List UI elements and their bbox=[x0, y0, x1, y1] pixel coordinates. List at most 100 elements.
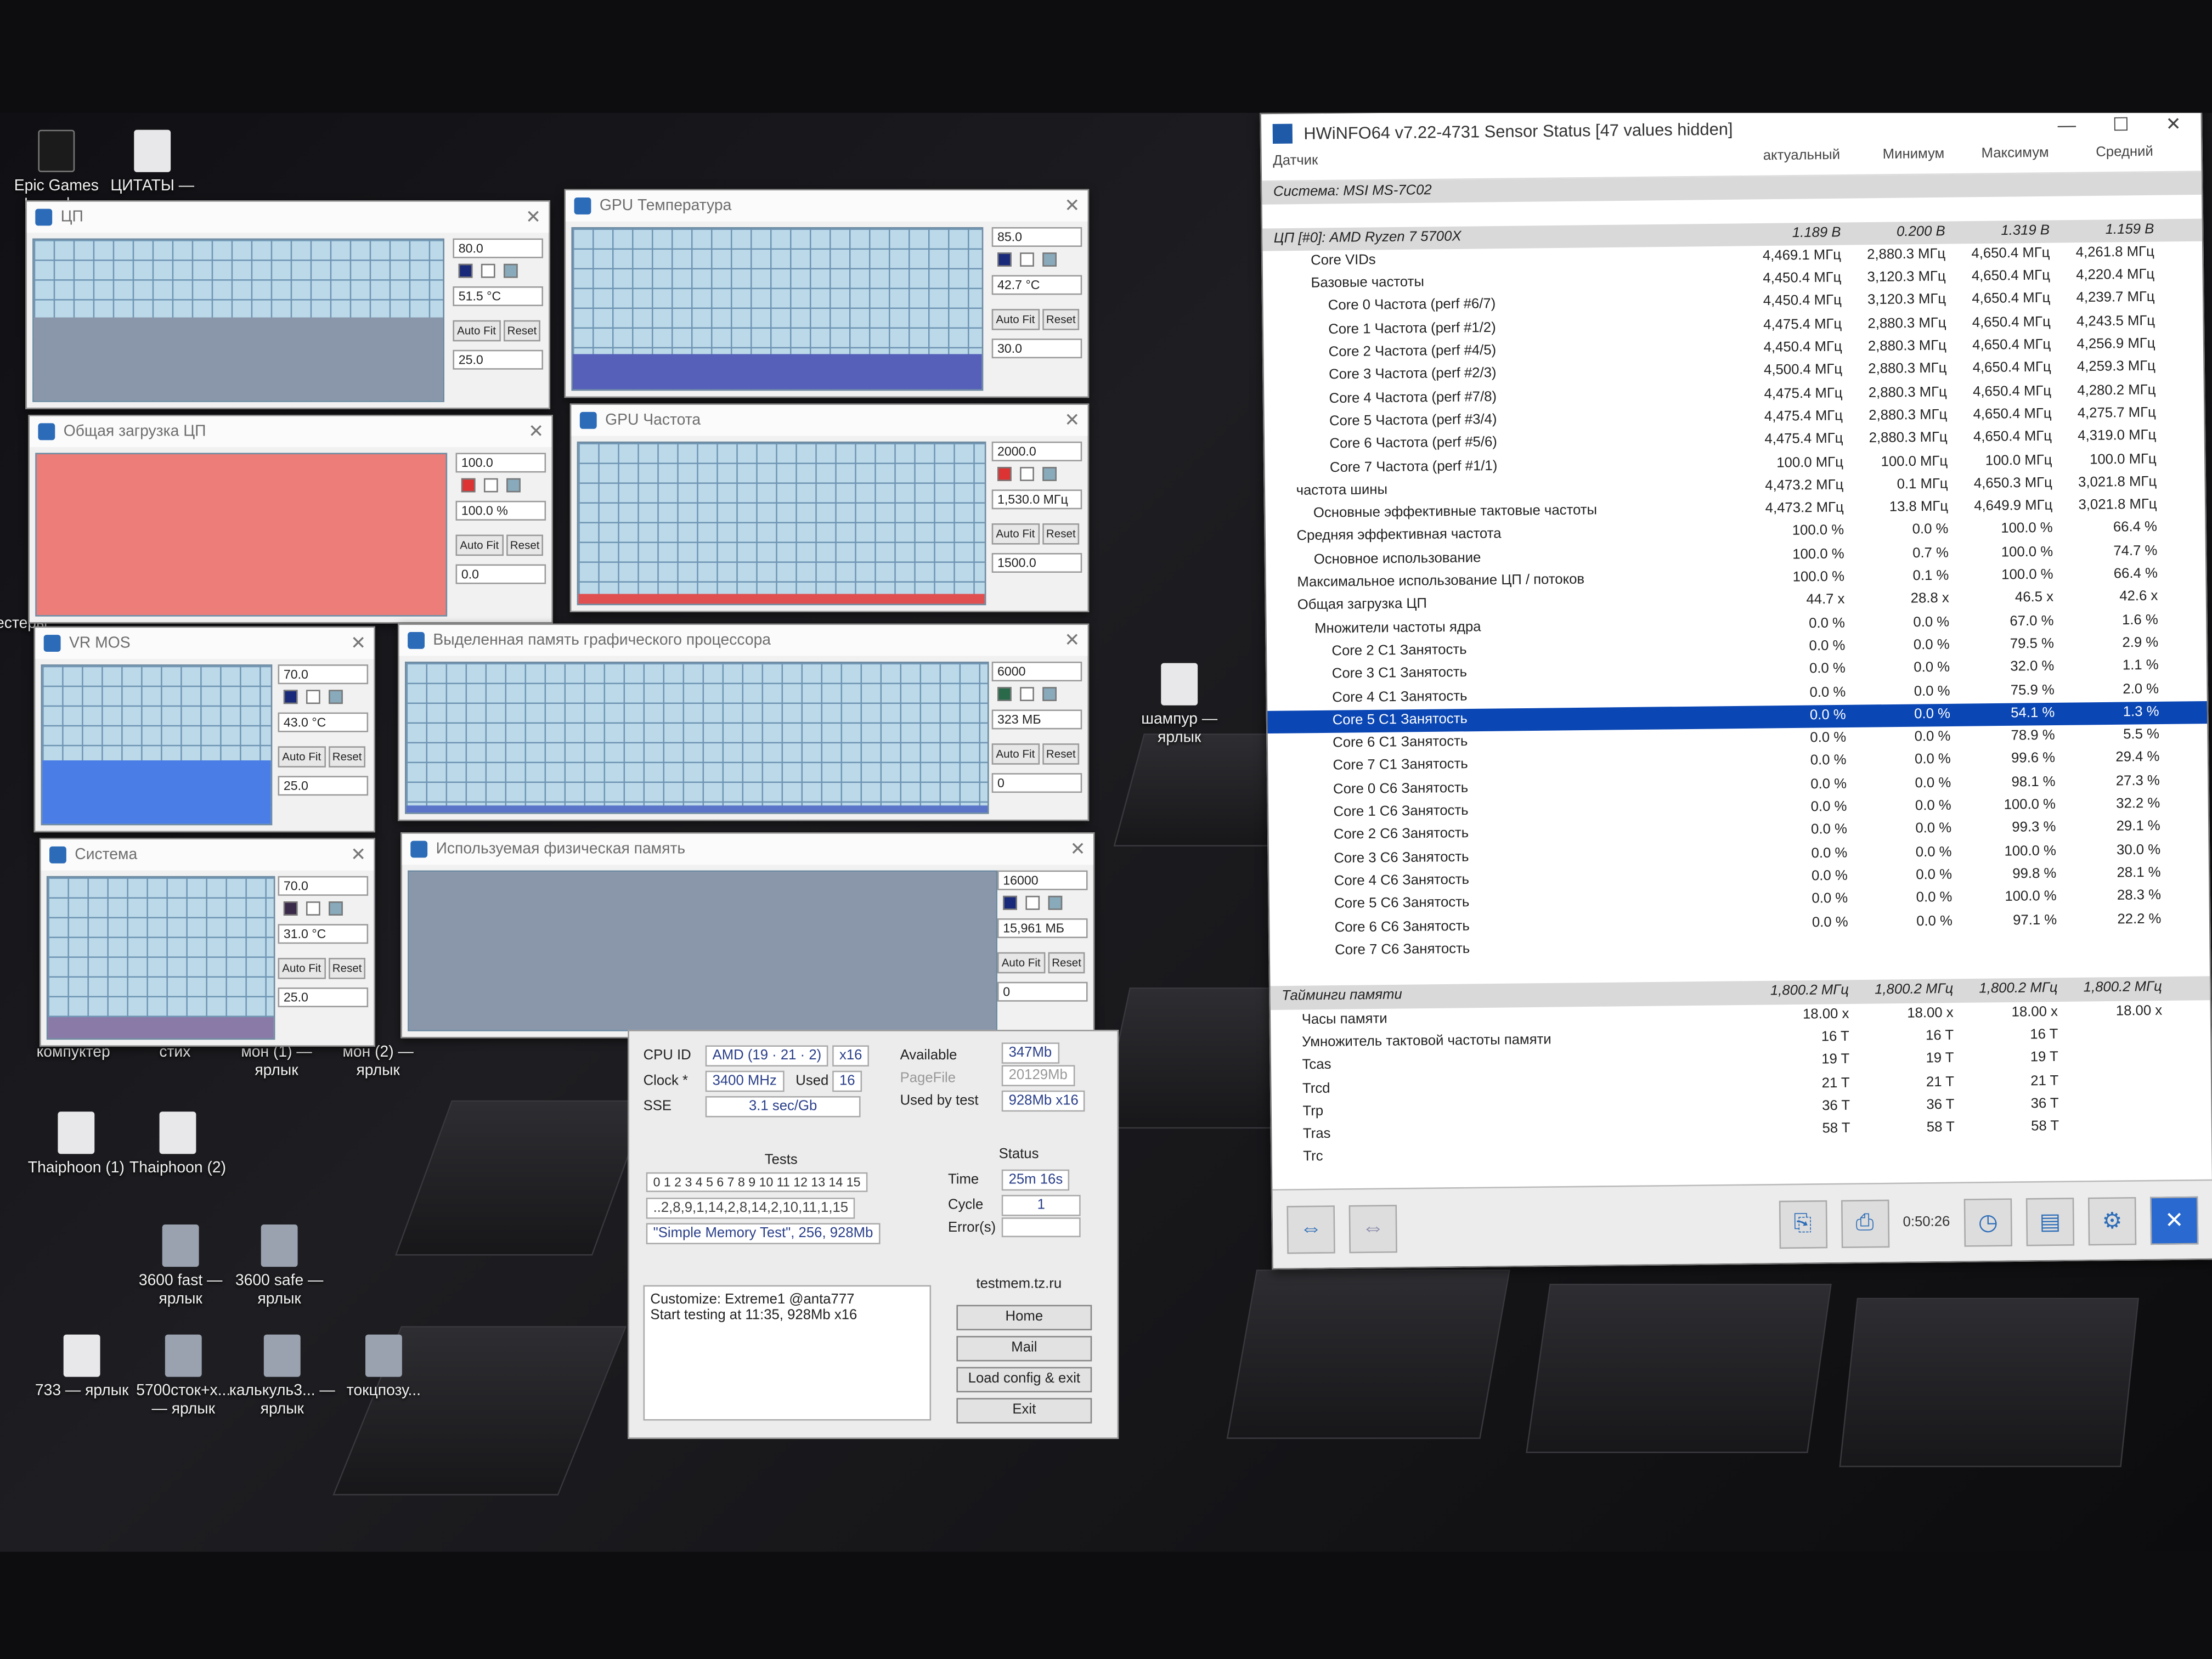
desktop-icon-mon2[interactable]: мон (2) — ярлык bbox=[321, 1044, 435, 1081]
graph-bottom-value[interactable]: 0 bbox=[991, 773, 1082, 793]
reset-button[interactable]: Reset bbox=[506, 534, 544, 556]
graph-bottom-value[interactable]: 0.0 bbox=[455, 564, 546, 584]
desktop-icon-3600safe[interactable]: 3600 safe — ярлык bbox=[223, 1224, 336, 1309]
graph-window-gpu-memory[interactable]: Выделенная память графического процессор… bbox=[398, 623, 1090, 821]
sensor-value: 100.0 % bbox=[2004, 797, 2056, 814]
desktop-icon-733[interactable]: 733 — ярлык bbox=[25, 1334, 138, 1401]
reset-button[interactable]: Reset bbox=[1042, 523, 1080, 545]
desktop-icon-tokcpozu[interactable]: токцпозу... bbox=[328, 1334, 441, 1401]
maximize-icon[interactable]: ☐ bbox=[2113, 114, 2129, 136]
graph-titlebar[interactable]: VR MOS ✕ bbox=[35, 628, 374, 659]
desktop-icon-3600fast[interactable]: 3600 fast — ярлык bbox=[124, 1224, 237, 1309]
close-icon[interactable]: ✕ bbox=[2165, 113, 2181, 136]
graph-bottom-value[interactable]: 0 bbox=[997, 981, 1088, 1002]
nav-arrows-icon[interactable]: ⇔ bbox=[1286, 1204, 1335, 1254]
autofit-button[interactable]: Auto Fit bbox=[278, 958, 325, 979]
autofit-button[interactable]: Auto Fit bbox=[997, 952, 1045, 974]
graph-bottom-value[interactable]: 30.0 bbox=[991, 338, 1082, 359]
reset-button[interactable]: Reset bbox=[328, 746, 366, 768]
exit-button[interactable]: Exit bbox=[956, 1398, 1092, 1424]
desktop-icon-label: 3600 safe — ярлык bbox=[235, 1272, 324, 1308]
desktop-icon-calc3[interactable]: калькуль3... — ярлык bbox=[225, 1334, 338, 1419]
desktop-icon-shampur[interactable]: шампур — ярлык bbox=[1123, 663, 1236, 748]
graph-titlebar[interactable]: Общая загрузка ЦП ✕ bbox=[30, 416, 552, 448]
desktop-icon-mon1[interactable]: мон (1) — ярлык bbox=[220, 1044, 333, 1081]
testmem-site-link[interactable]: testmem.tz.ru bbox=[976, 1277, 1062, 1292]
minimize-icon[interactable]: — bbox=[2057, 114, 2076, 137]
nav-arrows-secondary-icon[interactable]: ⇔ bbox=[1348, 1204, 1397, 1253]
reset-button[interactable]: Reset bbox=[1042, 309, 1080, 330]
graph-current-value: 43.0 °C bbox=[278, 712, 369, 732]
graph-bottom-value[interactable]: 1500.0 bbox=[991, 553, 1082, 573]
clock-icon[interactable]: ◷ bbox=[1963, 1198, 2012, 1246]
desktop-icon-thaiphoon2[interactable]: Thaiphoon (2) bbox=[121, 1111, 234, 1178]
graph-window-cpu-load[interactable]: Общая загрузка ЦП ✕ 100.0 100.0 % Auto Fit R… bbox=[28, 415, 553, 624]
sensor-value bbox=[2063, 931, 2168, 955]
desktop-icon-label: 3600 fast — ярлык bbox=[138, 1272, 223, 1308]
desktop: Epic Games Launcher ЦИТАТЫ — ярлык компу… bbox=[0, 112, 2212, 1552]
close-icon[interactable]: ✕ bbox=[343, 632, 374, 654]
graph-titlebar[interactable]: Система ✕ bbox=[41, 839, 374, 871]
graph-window-cpu[interactable]: ЦП ✕ 80.0 51.5 °C Auto Fit Reset 25.0 bbox=[25, 200, 550, 409]
graph-top-value[interactable]: 70.0 bbox=[278, 876, 369, 896]
close-icon[interactable]: ✕ bbox=[1057, 195, 1088, 217]
graph-bottom-value[interactable]: 25.0 bbox=[278, 988, 369, 1007]
network-icon[interactable]: ⎘ bbox=[1778, 1199, 1827, 1248]
graph-titlebar[interactable]: GPU Частота ✕ bbox=[571, 405, 1088, 436]
gear-icon[interactable]: ⚙ bbox=[2087, 1196, 2137, 1245]
hwinfo-window[interactable]: HWiNFO64 v7.22-4731 Sensor Status [47 va… bbox=[1260, 112, 2212, 1270]
autofit-button[interactable]: Auto Fit bbox=[453, 320, 500, 342]
graph-top-value[interactable]: 2000.0 bbox=[991, 441, 1082, 461]
close-icon[interactable]: ✕ bbox=[2150, 1195, 2199, 1244]
reset-button[interactable]: Reset bbox=[1047, 952, 1086, 974]
close-icon[interactable]: ✕ bbox=[1057, 629, 1088, 652]
desktop-icon-label: Thaiphoon (2) bbox=[129, 1159, 227, 1177]
close-icon[interactable]: ✕ bbox=[343, 844, 374, 866]
desktop-icon-5700stock[interactable]: 5700сток+х... — ярлык bbox=[127, 1334, 240, 1419]
sensor-value: 2,880.3 МГц bbox=[1869, 407, 1948, 424]
graph-titlebar[interactable]: Используемая физическая память ✕ bbox=[402, 833, 1093, 865]
col-sensor[interactable]: Датчик bbox=[1262, 149, 1742, 180]
graph-bottom-value[interactable]: 25.0 bbox=[453, 349, 543, 370]
col-min[interactable]: Минимум bbox=[1846, 146, 1950, 174]
reset-button[interactable]: Reset bbox=[503, 320, 541, 342]
testmem-window[interactable]: CPU ID AMD (19 · 21 · 2) x16 Clock * 340… bbox=[628, 1030, 1119, 1439]
graph-window-system[interactable]: Система ✕ 70.0 31.0 °C Auto Fit Reset 25.0 bbox=[40, 838, 375, 1047]
graph-top-value[interactable]: 85.0 bbox=[991, 227, 1082, 247]
close-icon[interactable]: ✕ bbox=[518, 206, 549, 228]
autofit-button[interactable]: Auto Fit bbox=[991, 743, 1040, 765]
close-icon[interactable]: ✕ bbox=[1062, 838, 1093, 860]
graph-top-value[interactable]: 6000 bbox=[991, 662, 1082, 681]
graph-window-vrmos[interactable]: VR MOS ✕ 70.0 43.0 °C Auto Fit Reset 25.0 bbox=[33, 626, 375, 833]
autofit-button[interactable]: Auto Fit bbox=[991, 523, 1040, 545]
sensor-value bbox=[2063, 1023, 2168, 1047]
graph-window-gpu-temp[interactable]: GPU Температура ✕ 85.0 42.7 °C Auto Fit Rese… bbox=[564, 189, 1090, 398]
network-share-icon[interactable]: ⎙ bbox=[1840, 1199, 1889, 1248]
autofit-button[interactable]: Auto Fit bbox=[278, 746, 325, 768]
graph-window-gpu-clock[interactable]: GPU Частота ✕ 2000.0 1,530.0 МГц Auto Fit Re… bbox=[569, 403, 1090, 612]
reset-button[interactable]: Reset bbox=[328, 958, 366, 979]
mail-button[interactable]: Mail bbox=[956, 1336, 1092, 1362]
reset-button[interactable]: Reset bbox=[1042, 743, 1080, 765]
graph-top-value[interactable]: 80.0 bbox=[453, 238, 543, 258]
close-icon[interactable]: ✕ bbox=[521, 420, 552, 443]
graph-titlebar[interactable]: Выделенная память графического процессор… bbox=[399, 625, 1088, 656]
close-icon[interactable]: ✕ bbox=[1057, 409, 1088, 432]
graph-window-physical-memory[interactable]: Используемая физическая память ✕ 16000 15,… bbox=[400, 832, 1095, 1039]
load-config-exit-button[interactable]: Load config & exit bbox=[956, 1367, 1092, 1392]
autofit-button[interactable]: Auto Fit bbox=[991, 309, 1040, 330]
col-avg[interactable]: Средний bbox=[2055, 144, 2159, 172]
graph-top-value[interactable]: 70.0 bbox=[278, 664, 369, 685]
graph-bottom-value[interactable]: 25.0 bbox=[278, 776, 369, 796]
graph-top-value[interactable]: 16000 bbox=[997, 870, 1088, 890]
graph-titlebar[interactable]: ЦП ✕ bbox=[26, 201, 549, 233]
graph-titlebar[interactable]: GPU Температура ✕ bbox=[566, 190, 1088, 222]
home-button[interactable]: Home bbox=[956, 1305, 1092, 1330]
wallpaper-tile bbox=[1526, 1284, 1832, 1453]
desktop-icon-thaiphoon1[interactable]: Thaiphoon (1) bbox=[20, 1111, 133, 1178]
report-icon[interactable]: ▤ bbox=[2025, 1197, 2075, 1246]
col-max[interactable]: Максимум bbox=[1950, 145, 2055, 173]
graph-top-value[interactable]: 100.0 bbox=[455, 453, 546, 473]
col-current[interactable]: актуальный bbox=[1741, 148, 1846, 176]
autofit-button[interactable]: Auto Fit bbox=[455, 534, 503, 556]
